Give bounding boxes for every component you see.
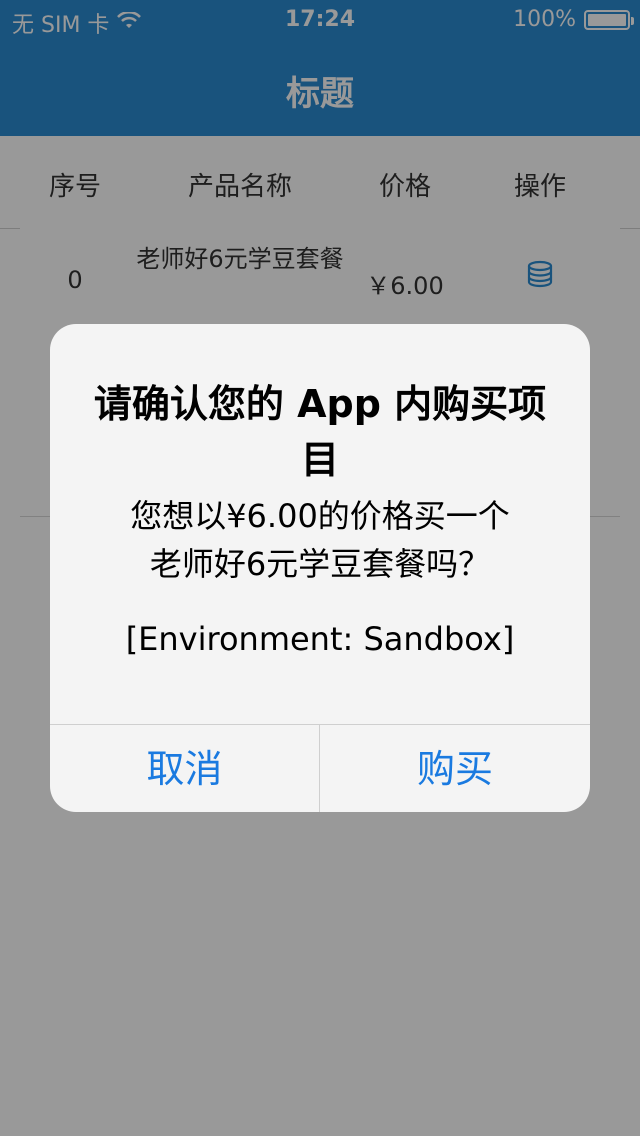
buy-button[interactable]: 购买 [320,725,590,812]
cancel-button[interactable]: 取消 [50,725,320,812]
alert-message: 您想以¥6.00的价格买一个 老师好6元学豆套餐吗？ [130,497,510,583]
alert-title: 请确认您的 App 内购买项目 [93,382,547,482]
purchase-confirm-alert: 请确认您的 App 内购买项目 您想以¥6.00的价格买一个 老师好6元学豆套餐… [50,324,590,812]
alert-button-bar: 取消 购买 [50,724,590,812]
alert-environment: [Environment: Sandbox] [125,620,515,658]
